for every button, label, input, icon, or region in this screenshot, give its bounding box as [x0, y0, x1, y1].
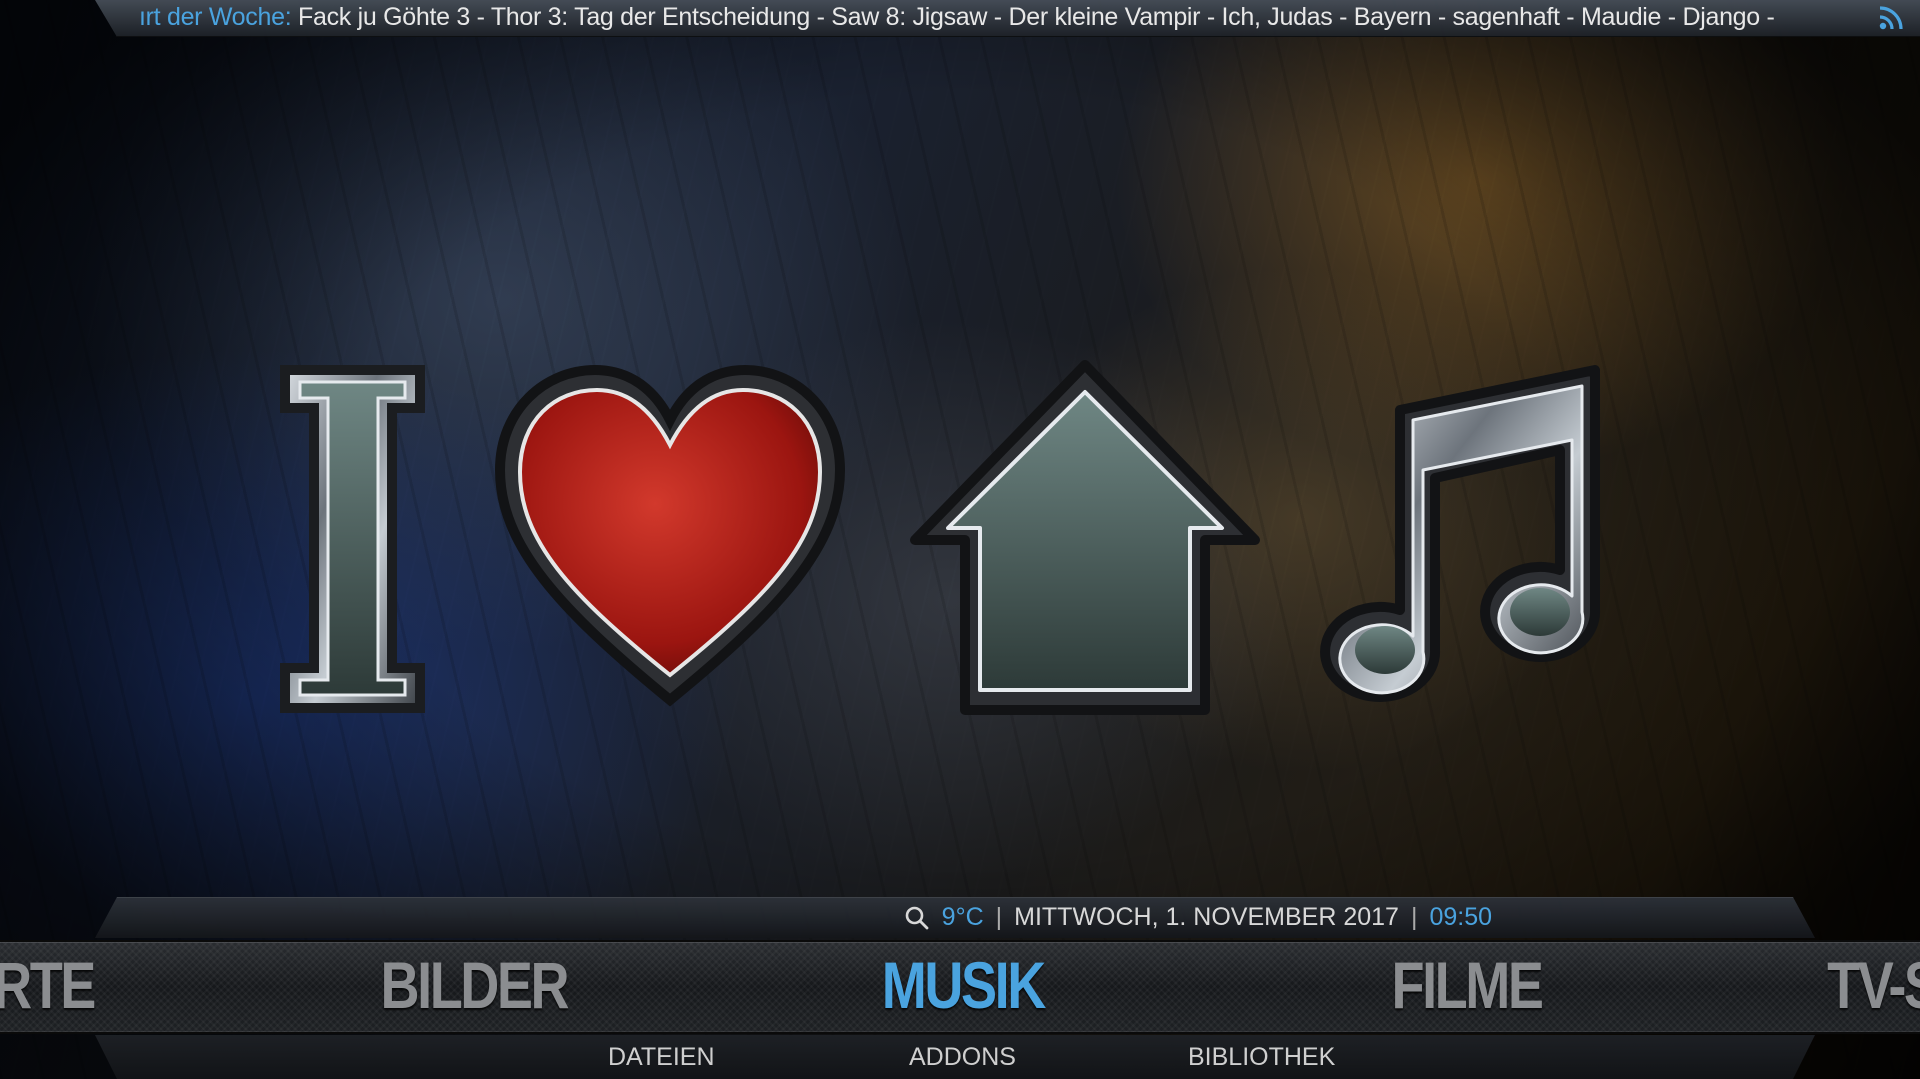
- submenu-item-dateien[interactable]: DATEIEN: [608, 1043, 715, 1072]
- kodi-home-screen: ırt der Woche: Fack ju Göhte 3 - Thor 3:…: [0, 0, 1920, 1079]
- submenu-item-bibliothek[interactable]: BIBLIOTHEK: [1188, 1043, 1335, 1072]
- rss-ticker-bar[interactable]: ırt der Woche: Fack ju Göhte 3 - Thor 3:…: [95, 0, 1920, 37]
- rss-ticker-prefix: ırt der Woche:: [139, 3, 292, 31]
- info-separator: |: [995, 903, 1003, 931]
- rss-icon[interactable]: [1878, 5, 1906, 31]
- current-time: 09:50: [1429, 903, 1492, 931]
- current-date: MITTWOCH, 1. NOVEMBER 2017: [1014, 903, 1399, 931]
- info-bar-content: 9°C | MITTWOCH, 1. NOVEMBER 2017 | 09:50: [904, 903, 1492, 932]
- letter-i-icon: [280, 365, 425, 713]
- search-icon[interactable]: [904, 905, 930, 931]
- menu-item-musik[interactable]: MUSIK: [882, 950, 1047, 1020]
- info-separator: |: [1410, 903, 1418, 931]
- weather-temperature[interactable]: 9°C: [942, 903, 984, 932]
- house-icon: [910, 360, 1260, 715]
- menu-item-bilder[interactable]: BILDER: [380, 950, 569, 1020]
- submenu-item-addons[interactable]: ADDONS: [909, 1043, 1016, 1072]
- menu-item-favoriten[interactable]: RTE: [0, 950, 96, 1020]
- rss-ticker-text: ırt der Woche: Fack ju Göhte 3 - Thor 3:…: [139, 3, 1775, 32]
- rss-ticker-headlines: Fack ju Göhte 3 - Thor 3: Tag der Entsch…: [291, 3, 1775, 31]
- menu-item-filme[interactable]: FILME: [1391, 950, 1543, 1020]
- heart-icon: [494, 364, 846, 707]
- menu-item-tv-serien[interactable]: TV-S: [1827, 950, 1920, 1020]
- music-note-icon: [1320, 365, 1601, 702]
